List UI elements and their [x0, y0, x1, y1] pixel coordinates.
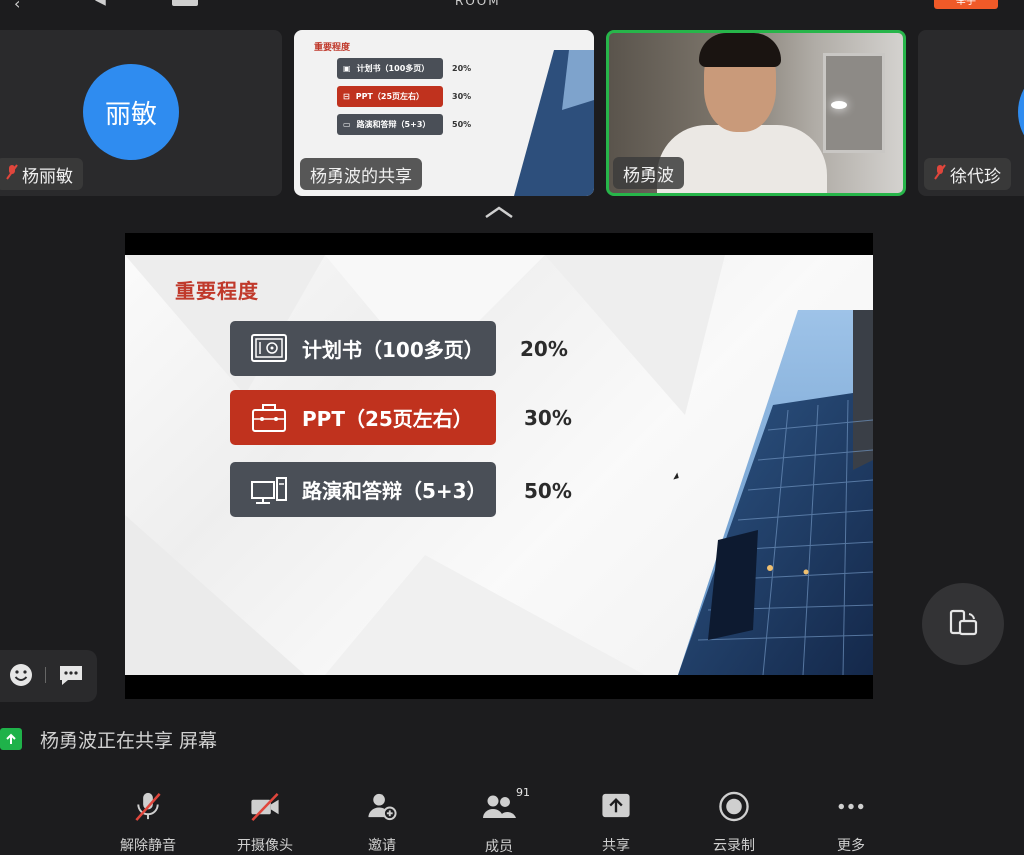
building-image: [678, 310, 873, 675]
slide-item: PPT（25页左右）: [230, 390, 496, 445]
mini-slide-item: ⊟ PPT（25页左右）: [337, 86, 443, 107]
more-button[interactable]: 更多: [811, 778, 891, 855]
mini-slide-percent: 20%: [452, 64, 472, 73]
briefcase-icon: [252, 403, 286, 432]
slide-item-percent: 30%: [524, 406, 572, 430]
mini-slide-item: ▣ 计划书（100多页）: [337, 58, 443, 79]
mini-slide-percent: 30%: [452, 92, 472, 101]
participant-tile[interactable]: 丽敏 杨丽敏: [0, 30, 282, 196]
reaction-panel: [0, 650, 97, 702]
more-icon: [838, 803, 864, 810]
share-notice: 杨勇波正在共享 屏幕: [0, 723, 217, 755]
share-status-icon: [0, 728, 22, 750]
slide-item: 计划书（100多页）: [230, 321, 496, 376]
computer-icon: [251, 476, 287, 504]
members-count-badge: 91: [516, 786, 530, 799]
participant-name-badge: 杨勇波的共享: [300, 158, 422, 190]
screen-share-tile[interactable]: 重要程度 ▣ 计划书（100多页） 20% ⊟ PPT（25页左右） 30% ▭ 路演…: [294, 30, 594, 196]
avatar: 丽敏: [83, 64, 179, 160]
collapse-chevron-icon[interactable]: [484, 204, 514, 220]
slide-item-percent: 20%: [520, 337, 568, 361]
bottom-toolbar: 解除静音 开摄像头 邀请 91 成员 共享 云录制 更多: [0, 778, 1024, 855]
rotate-screen-button[interactable]: [922, 583, 1004, 665]
slide-item-percent: 50%: [524, 479, 572, 503]
mic-muted-icon: [135, 792, 161, 821]
chat-icon[interactable]: [58, 663, 84, 687]
mini-slide-title: 重要程度: [314, 43, 351, 53]
mini-slide-percent: 50%: [452, 120, 472, 129]
mini-slide-item: ▭ 路演和答辩（5+3）: [337, 114, 443, 135]
participant-name-badge: 杨勇波: [613, 157, 684, 189]
members-icon: [483, 795, 516, 818]
back-icon[interactable]: ‹: [14, 0, 20, 13]
mini-building-image: [514, 50, 594, 196]
rotate-screen-icon: [949, 609, 978, 636]
emoji-icon[interactable]: [9, 663, 33, 687]
invite-button[interactable]: 邀请: [342, 778, 422, 855]
slide-item: 路演和答辩（5+3）: [230, 462, 496, 517]
meeting-title: ROOM: [455, 0, 501, 8]
camera-button[interactable]: 开摄像头: [225, 778, 305, 855]
layout-icon[interactable]: [172, 0, 198, 6]
share-notice-text: 杨勇波正在共享 屏幕: [40, 729, 218, 752]
slide-title: 重要程度: [175, 279, 259, 303]
avatar: [1018, 64, 1024, 160]
speaker-icon[interactable]: ◀: [95, 0, 106, 8]
camera-off-icon: [251, 793, 279, 821]
members-button[interactable]: 91 成员: [459, 778, 539, 855]
share-button[interactable]: 共享: [576, 778, 656, 855]
shared-screen: 重要程度 计划书（100多页） 20% PPT（25页左右） 30% 路演和答辩…: [125, 255, 873, 675]
record-icon: [719, 791, 749, 822]
top-bar: ‹ ◀ ROOM 举手: [0, 0, 1024, 13]
mic-muted-icon: [934, 164, 946, 184]
participant-name-badge: 徐代珍: [924, 158, 1011, 190]
share-screen-icon: [602, 793, 630, 818]
participant-strip: 丽敏 杨丽敏 重要程度 ▣ 计划书（100多页） 20% ⊟ PPT（25页左右） …: [0, 26, 1024, 198]
participant-tile[interactable]: 徐代珍: [918, 30, 1024, 196]
participant-name-badge: 杨丽敏: [0, 158, 83, 190]
cloud-record-button[interactable]: 云录制: [694, 778, 774, 855]
active-speaker-tile[interactable]: 杨勇波: [606, 30, 906, 196]
unmute-button[interactable]: 解除静音: [108, 778, 188, 855]
safe-icon: [251, 333, 287, 362]
mic-muted-icon: [6, 164, 18, 184]
add-user-icon: [368, 793, 397, 821]
raise-hand-button[interactable]: 举手: [934, 0, 998, 9]
